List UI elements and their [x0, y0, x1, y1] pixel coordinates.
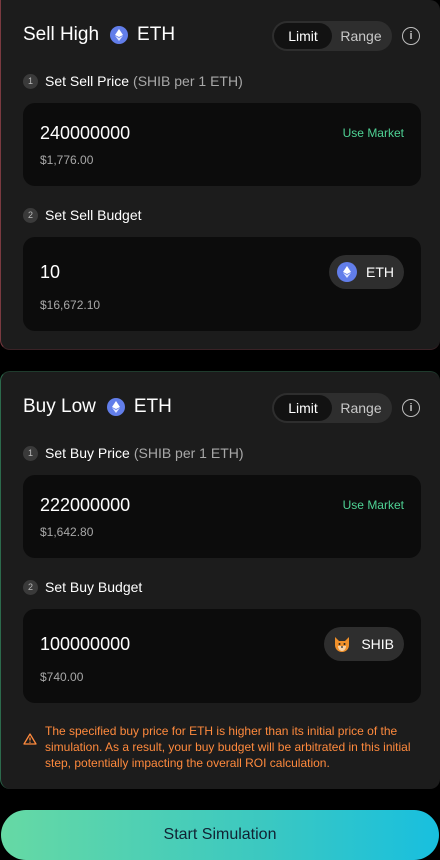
ethereum-icon: [337, 262, 357, 282]
buy-header: Buy Low ETH: [23, 394, 172, 420]
sell-price-field[interactable]: 240000000 $1,776.00 Use Market: [23, 103, 421, 186]
buy-low-panel: Buy Low ETH Limit Range i 1 Set Buy Pric…: [0, 371, 440, 789]
tab-limit[interactable]: Limit: [274, 23, 332, 49]
sell-budget-step: 2 Set Sell Budget: [23, 205, 142, 225]
buy-budget-step: 2 Set Buy Budget: [23, 577, 142, 597]
buy-title: Buy Low: [23, 396, 96, 417]
info-icon[interactable]: i: [402, 27, 420, 45]
step-hint: (SHIB per 1 ETH): [133, 73, 243, 89]
sell-high-panel: Sell High ETH Limit Range i 1 Set Sell P…: [0, 0, 440, 350]
buy-budget-input[interactable]: 100000000: [40, 634, 130, 655]
sell-price-usd: $1,776.00: [40, 153, 94, 167]
ethereum-icon: [110, 26, 129, 44]
token-symbol: ETH: [366, 264, 394, 280]
ethereum-icon: [106, 398, 125, 416]
use-market-button[interactable]: Use Market: [343, 498, 404, 512]
token-symbol: SHIB: [361, 636, 394, 652]
sell-budget-input[interactable]: 10: [40, 262, 60, 283]
tab-limit[interactable]: Limit: [274, 395, 332, 421]
sell-budget-usd: $16,672.10: [40, 298, 101, 312]
step-label: Set Sell Budget: [45, 207, 142, 223]
step-number: 1: [23, 73, 38, 89]
step-number: 1: [23, 445, 38, 461]
sell-title: Sell High: [23, 24, 100, 45]
shiba-icon: [332, 634, 352, 654]
use-market-button[interactable]: Use Market: [343, 126, 404, 140]
sell-budget-field[interactable]: 10 $16,672.10 ETH: [23, 237, 421, 331]
step-label: Set Sell Price: [45, 73, 130, 89]
warning-triangle-icon: [23, 733, 37, 749]
step-label: Set Buy Price: [45, 445, 130, 461]
sell-price-step: 1 Set Sell Price (SHIB per 1 ETH): [23, 71, 243, 91]
step-number: 2: [23, 579, 38, 595]
buy-price-step: 1 Set Buy Price (SHIB per 1 ETH): [23, 443, 244, 463]
step-hint: (SHIB per 1 ETH): [133, 445, 244, 461]
sell-mode-toggle[interactable]: Limit Range: [272, 21, 392, 51]
sell-token-label: ETH: [137, 24, 176, 45]
buy-price-field[interactable]: 222000000 $1,642.80 Use Market: [23, 475, 421, 558]
buy-token-label: ETH: [133, 396, 172, 417]
sell-header: Sell High ETH: [23, 22, 175, 48]
buy-price-input[interactable]: 222000000: [40, 495, 130, 516]
info-icon[interactable]: i: [402, 399, 420, 417]
buy-token-selector[interactable]: SHIB: [324, 627, 404, 661]
start-simulation-button[interactable]: Start Simulation: [1, 810, 439, 860]
sell-token-selector[interactable]: ETH: [329, 255, 404, 289]
buy-budget-field[interactable]: 100000000 $740.00 SHIB: [23, 609, 421, 703]
tab-range[interactable]: Range: [332, 395, 390, 421]
warning-message: The specified buy price for ETH is highe…: [23, 723, 423, 771]
warning-text: The specified buy price for ETH is highe…: [45, 724, 411, 770]
buy-price-usd: $1,642.80: [40, 525, 94, 539]
buy-budget-usd: $740.00: [40, 670, 84, 684]
tab-range[interactable]: Range: [332, 23, 390, 49]
buy-mode-toggle[interactable]: Limit Range: [272, 393, 392, 423]
sell-price-input[interactable]: 240000000: [40, 123, 130, 144]
step-number: 2: [23, 207, 38, 223]
step-label: Set Buy Budget: [45, 579, 143, 595]
